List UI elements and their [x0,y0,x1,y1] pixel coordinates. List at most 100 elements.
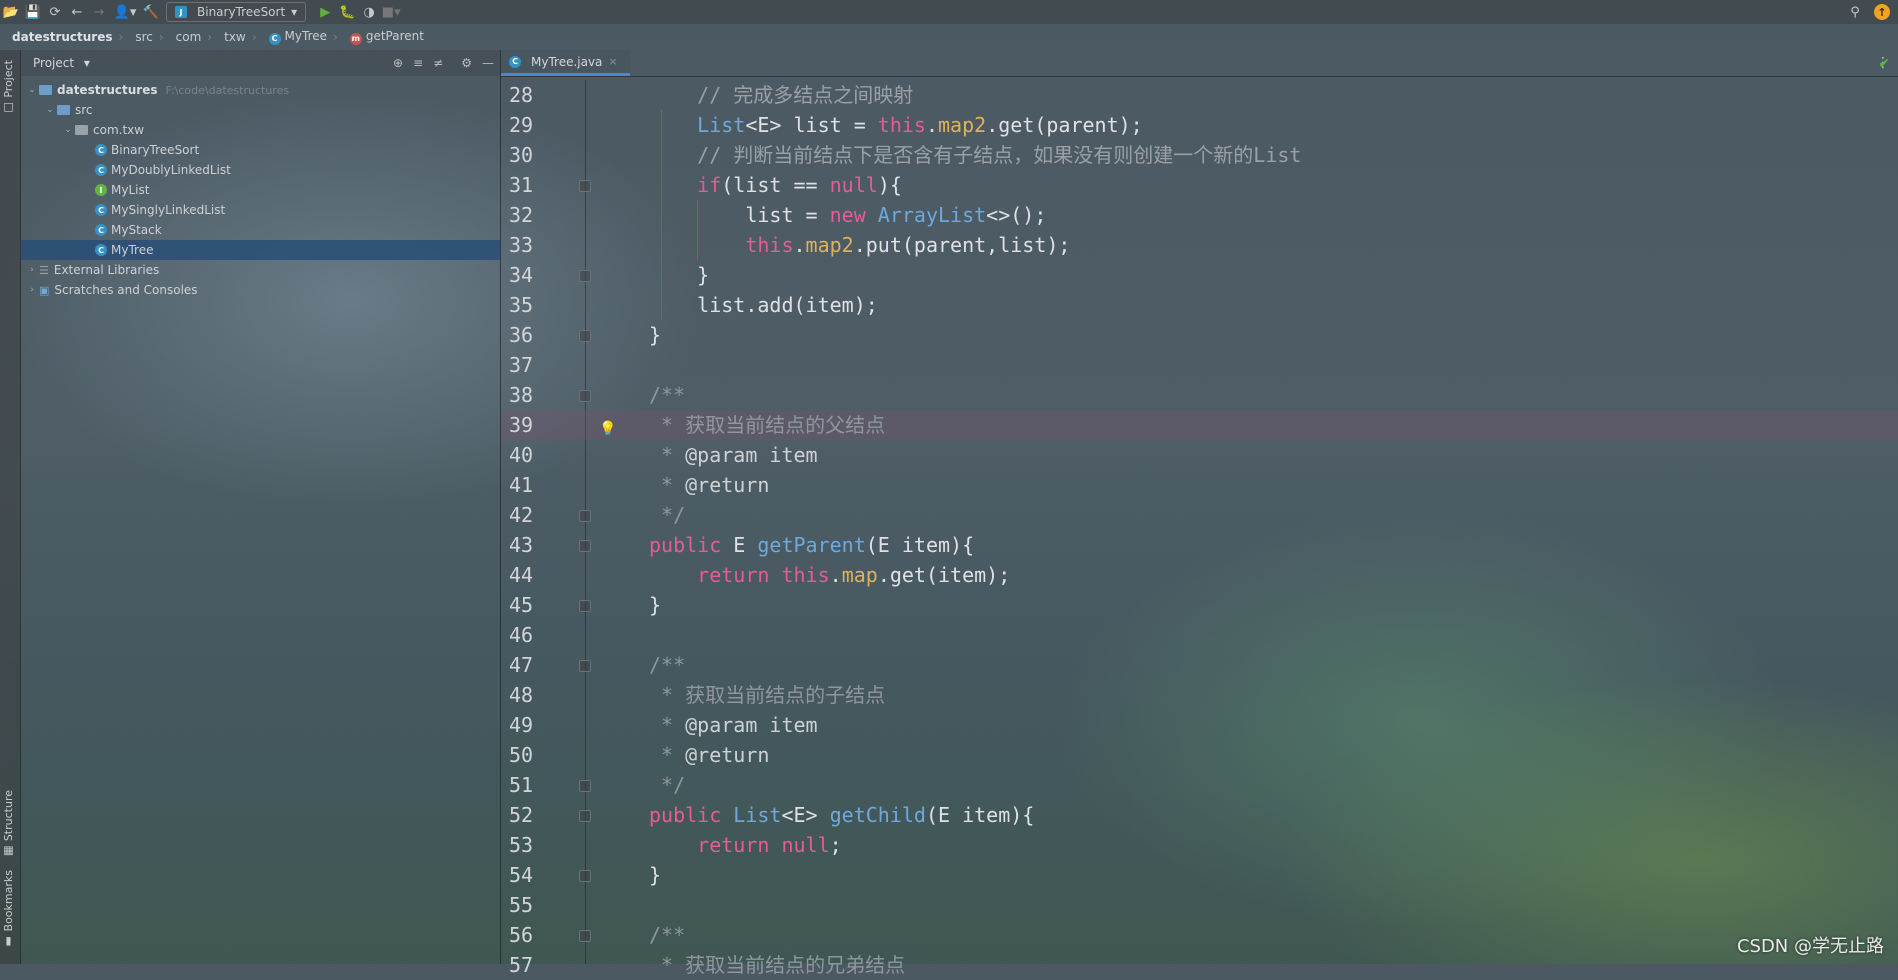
code-line[interactable]: 31 if(list == null){ [501,170,1898,200]
code-line[interactable]: 40 * @param item [501,440,1898,470]
code-line[interactable]: 32 list = new ArrayList<>(); [501,200,1898,230]
fold-marker-icon[interactable] [579,780,591,792]
structure-tool-tab[interactable]: ▦ Structure [2,790,15,858]
line-number[interactable]: 28 [509,80,559,110]
code-area[interactable]: 28 // 完成多结点之间映射 29 List<E> list = this.ma… [501,80,1898,977]
sync-icon[interactable]: ⟳ [44,1,66,23]
open-icon[interactable]: 📂 [0,1,22,23]
code-line[interactable]: 43 public E getParent(E item){ [501,530,1898,560]
line-number[interactable]: 43 [509,530,559,560]
code-line[interactable]: 48 * 获取当前结点的子结点 [501,680,1898,710]
gear-icon[interactable]: ⚙ [461,56,472,70]
line-number[interactable]: 53 [509,830,559,860]
minimize-icon[interactable]: — [482,56,494,70]
code-line[interactable]: 33 this.map2.put(parent,list); [501,230,1898,260]
search-icon[interactable]: ⚲ [1844,1,1866,23]
line-number[interactable]: 44 [509,560,559,590]
line-number[interactable]: 49 [509,710,559,740]
tree-item-package[interactable]: ⌄ com.txw [21,120,500,140]
line-number[interactable]: 37 [509,350,559,380]
user-icon[interactable]: 👤▾ [110,1,140,23]
code-line[interactable]: 44 return this.map.get(item); [501,560,1898,590]
tree-item-file[interactable]: C MyDoublyLinkedList [21,160,500,180]
tree-item-external-libraries[interactable]: › ☰ External Libraries [21,260,500,280]
code-line[interactable]: 54} [501,860,1898,890]
tree-item-file[interactable]: C MyStack [21,220,500,240]
tree-item-file[interactable]: I MyList [21,180,500,200]
code-line[interactable]: 52 public List<E> getChild(E item){ [501,800,1898,830]
code-line[interactable]: 53 return null; [501,830,1898,860]
code-line[interactable]: 28 // 完成多结点之间映射 [501,80,1898,110]
fold-marker-icon[interactable] [579,600,591,612]
line-number[interactable]: 40 [509,440,559,470]
save-icon[interactable]: 💾 [22,1,44,23]
fold-marker-icon[interactable] [579,540,591,552]
breadcrumb-com[interactable]: com [164,30,202,44]
line-number[interactable]: 54 [509,860,559,890]
code-line[interactable]: 41 * @return [501,470,1898,500]
fold-marker-icon[interactable] [579,930,591,942]
code-line[interactable]: 34 } [501,260,1898,290]
line-number[interactable]: 47 [509,650,559,680]
fold-marker-icon[interactable] [579,510,591,522]
build-icon[interactable]: 🔨 [140,1,162,23]
tree-item-src[interactable]: ⌄ src [21,100,500,120]
code-line[interactable]: 56 /** [501,920,1898,950]
update-icon[interactable]: ↑ [1874,4,1890,20]
line-number[interactable]: 56 [509,920,559,950]
code-line[interactable]: 37 [501,350,1898,380]
line-number[interactable]: 50 [509,740,559,770]
code-line[interactable]: 42 */ [501,500,1898,530]
expand-all-icon[interactable]: ≡ [413,56,423,70]
bookmarks-tool-tab[interactable]: ▮ Bookmarks [2,870,15,948]
debug-icon[interactable]: 🐛 [336,1,358,23]
code-line[interactable]: 38 /** [501,380,1898,410]
locate-icon[interactable]: ⊕ [393,56,403,70]
code-line[interactable]: 51 */ [501,770,1898,800]
coverage-icon[interactable]: ◑ [358,1,380,23]
line-number[interactable]: 36 [509,320,559,350]
code-line[interactable]: 47 /** [501,650,1898,680]
code-line[interactable]: 39 💡 * 获取当前结点的父结点 [501,410,1898,440]
run-configuration-select[interactable]: J BinaryTreeSort ▾ [166,2,307,22]
code-line[interactable]: 30 // 判断当前结点下是否含有子结点，如果没有则创建一个新的List [501,140,1898,170]
fold-marker-icon[interactable] [579,270,591,282]
tree-item-scratches[interactable]: › ▣ Scratches and Consoles [21,280,500,300]
line-number[interactable]: 51 [509,770,559,800]
fold-marker-icon[interactable] [579,870,591,882]
line-number[interactable]: 41 [509,470,559,500]
line-number[interactable]: 35 [509,290,559,320]
line-number[interactable]: 31 [509,170,559,200]
tree-item-project-root[interactable]: ⌄ datestructures F:\code\datestructures [21,80,500,100]
breadcrumb-class[interactable]: C MyTree [257,29,327,45]
code-line[interactable]: 29 List<E> list = this.map2.get(parent); [501,110,1898,140]
stop-icon[interactable]: ■▾ [380,1,402,23]
tree-item-file[interactable]: C MyTree [21,240,500,260]
line-number[interactable]: 33 [509,230,559,260]
line-number[interactable]: 52 [509,800,559,830]
code-line[interactable]: 50 * @return [501,740,1898,770]
code-line[interactable]: 55 [501,890,1898,920]
tree-item-file[interactable]: C MySinglyLinkedList [21,200,500,220]
breadcrumb-src[interactable]: src [123,30,153,44]
breadcrumb-project[interactable]: datestructures [0,30,113,44]
line-number[interactable]: 55 [509,890,559,920]
fold-marker-icon[interactable] [579,330,591,342]
line-number[interactable]: 42 [509,500,559,530]
project-view-select[interactable]: Project ▾ [33,56,90,70]
line-number[interactable]: 34 [509,260,559,290]
line-number[interactable]: 48 [509,680,559,710]
code-line[interactable]: 35 list.add(item); [501,290,1898,320]
fold-marker-icon[interactable] [579,660,591,672]
fold-marker-icon[interactable] [579,810,591,822]
fold-marker-icon[interactable] [579,390,591,402]
line-number[interactable]: 29 [509,110,559,140]
code-line[interactable]: 46 [501,620,1898,650]
breadcrumb-method[interactable]: m getParent [338,29,424,45]
tree-item-file[interactable]: C BinaryTreeSort [21,140,500,160]
close-icon[interactable]: × [608,55,617,68]
line-number[interactable]: 45 [509,590,559,620]
code-line[interactable]: 57 * 获取当前结点的兄弟结点 [501,950,1898,980]
tab-mytree-java[interactable]: C MyTree.java × [501,50,630,76]
line-number[interactable]: 32 [509,200,559,230]
